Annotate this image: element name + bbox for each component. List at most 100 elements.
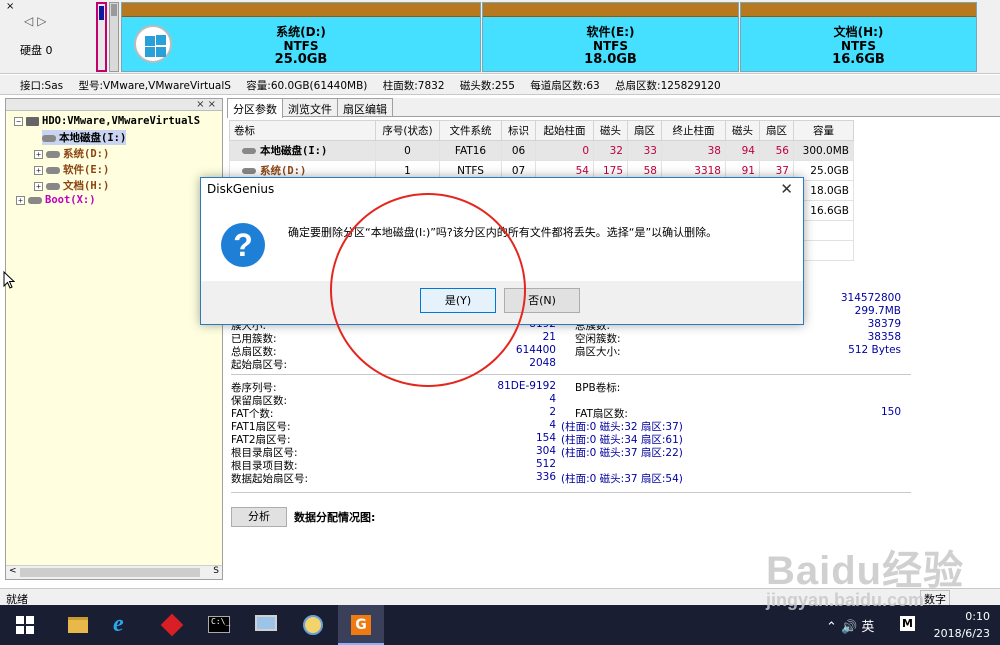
disk-label: 硬盘 0 [20, 44, 53, 57]
detail-value: 150 [880, 406, 901, 418]
analyze-button[interactable]: 分析 [231, 507, 287, 527]
expand-icon[interactable]: + [34, 149, 43, 159]
partition-icon [242, 148, 256, 154]
allocation-map-label: 数据分配情况图: [294, 511, 376, 524]
boot-partition-bar[interactable] [109, 2, 119, 72]
detail-row: 卷序列号: 81DE-9192 BPB卷标: [231, 380, 907, 394]
ie-icon[interactable]: e [102, 605, 148, 645]
clock-date: 2018/6/23 [933, 627, 990, 640]
scroll-right-icon[interactable]: S [213, 566, 219, 576]
tab-sector-edit[interactable]: 扇区编辑 [337, 98, 393, 116]
partition-name: 软件(E:) [586, 25, 635, 39]
expand-icon[interactable]: + [34, 165, 43, 175]
ime-icon[interactable]: M [900, 616, 915, 631]
tree-node-documents[interactable]: + 文档(H:) [34, 178, 109, 193]
disk-info-line: 接口:Sas 型号:VMware,VMwareVirtualS 容量:60.0G… [0, 75, 1000, 95]
col-header[interactable]: 扇区 [759, 120, 794, 141]
partition-size: 25.0GB [274, 52, 328, 67]
cell: 94 [725, 140, 760, 161]
partition-icon [46, 182, 60, 190]
col-header[interactable]: 起始柱面 [535, 120, 594, 141]
clock-time: 0:10 [965, 610, 990, 623]
diskgenius-icon[interactable]: G [338, 605, 384, 645]
tree-panel-header[interactable]: × × [6, 99, 222, 111]
col-header[interactable]: 标识 [501, 120, 536, 141]
clock[interactable]: 0:10 2018/6/23 [934, 608, 990, 642]
table-header-row: 卷标 序号(状态) 文件系统 标识 起始柱面 磁头 扇区 终止柱面 磁头 扇区 … [229, 120, 854, 141]
col-header[interactable]: 终止柱面 [661, 120, 726, 141]
cell-volume: 本地磁盘(I:) [229, 140, 376, 161]
col-header[interactable]: 磁头 [593, 120, 628, 141]
tab-partition-params[interactable]: 分区参数 [227, 98, 283, 118]
scroll-left-icon[interactable]: < [9, 566, 17, 576]
detail-row: 保留扇区数: 4 [231, 393, 907, 407]
question-icon: ? [221, 223, 265, 267]
cell: 56 [759, 140, 794, 161]
diskgenius-red-icon[interactable] [149, 605, 195, 645]
col-header[interactable]: 容量 [793, 120, 854, 141]
expand-icon[interactable]: + [34, 181, 43, 191]
scroll-thumb[interactable] [20, 568, 200, 577]
disk-tree-panel: × × − HDO:VMware,VMwareVirtualS 本地磁盘(I:) … [5, 98, 223, 580]
paint-icon[interactable] [290, 605, 336, 645]
network-icon[interactable] [243, 605, 289, 645]
close-icon[interactable]: ✕ [780, 180, 793, 198]
detail-value: 336 [535, 471, 556, 483]
col-header[interactable]: 文件系统 [439, 120, 502, 141]
partition-size: 18.0GB [584, 52, 637, 67]
watermark-url: jingyan.baidu.com [766, 590, 925, 610]
tree-item-label: 系统(D:) [63, 148, 110, 160]
tree-item-label: 软件(E:) [63, 164, 110, 176]
start-icon[interactable] [0, 605, 46, 645]
detail-value: 4 [549, 419, 556, 431]
tree-node-boot[interactable]: + Boot(X:) [16, 194, 96, 206]
disk-nav-arrows-icon[interactable]: ◁▷ [24, 14, 50, 28]
col-header[interactable]: 卷标 [229, 120, 376, 141]
mouse-cursor-icon [3, 271, 15, 289]
divider [231, 492, 911, 493]
partition-block-software[interactable]: 软件(E:) NTFS 18.0GB [482, 2, 739, 72]
disk-sectors-per-track: 每道扇区数:63 [530, 80, 600, 92]
divider [231, 374, 911, 375]
tab-bar: 分区参数 浏览文件 扇区编辑 [227, 98, 1000, 118]
partition-fs: NTFS [592, 39, 629, 53]
partition-fs: NTFS [283, 39, 319, 53]
tree-item-label: 文档(H:) [63, 180, 110, 192]
detail-value: 38358 [867, 331, 901, 343]
col-header[interactable]: 序号(状态) [375, 120, 440, 141]
partition-detail-panel: 分区参数 浏览文件 扇区编辑 卷标 序号(状态) 文件系统 标识 起始柱面 磁头 扇… [227, 98, 1000, 588]
partition-icon [28, 196, 42, 204]
tree-node-disk[interactable]: − HDO:VMware,VMwareVirtualS [14, 115, 200, 127]
detail-chs: (柱面:0 磁头:37 扇区:54) [561, 473, 683, 485]
detail-value: 512 Bytes [848, 344, 901, 356]
detail-row: 已用簇数: 21 空闲簇数: 38358 [231, 331, 907, 345]
panel-close-icon[interactable]: × [6, 1, 14, 12]
disk-interface: 接口:Sas [20, 80, 64, 92]
detail-row: 根目录项目数: 512 [231, 458, 907, 472]
disk-model: 型号:VMware,VMwareVirtualS [78, 80, 231, 92]
cell: 38 [661, 140, 726, 161]
detail-key: 起始扇区号: [231, 359, 288, 371]
table-row[interactable]: 本地磁盘(I:) 0 FAT16 06 0 32 33 38 94 56 300… [229, 140, 854, 161]
file-explorer-icon[interactable] [55, 605, 101, 645]
cmd-icon[interactable]: C:\_ [196, 605, 242, 645]
expand-icon[interactable]: + [16, 195, 25, 205]
tree-node-local-disk[interactable]: 本地磁盘(I:) [42, 130, 127, 145]
collapse-icon[interactable]: − [14, 116, 23, 126]
system-tray[interactable]: ⌃ 🔊 英 [826, 616, 874, 635]
col-header[interactable]: 扇区 [627, 120, 662, 141]
watermark-brand: Baidu经验 [766, 549, 965, 593]
partition-icon [46, 150, 60, 158]
partition-name: 系统(D:) [276, 25, 326, 39]
tree-node-software[interactable]: + 软件(E:) [34, 162, 109, 177]
partition-block-documents[interactable]: 文档(H:) NTFS 16.6GB [740, 2, 977, 72]
tree-node-system[interactable]: + 系统(D:) [34, 146, 109, 161]
col-header[interactable]: 磁头 [725, 120, 760, 141]
cell: 300.0MB [793, 140, 854, 161]
partition-icon [42, 134, 56, 142]
partition-block-system[interactable]: 系统(D:) NTFS 25.0GB [121, 2, 481, 72]
tab-browse-files[interactable]: 浏览文件 [282, 98, 338, 116]
selected-partition-bar[interactable] [96, 2, 107, 72]
disk-heads: 磁头数:255 [459, 80, 515, 92]
tree-horizontal-scrollbar[interactable]: < S [6, 565, 222, 579]
